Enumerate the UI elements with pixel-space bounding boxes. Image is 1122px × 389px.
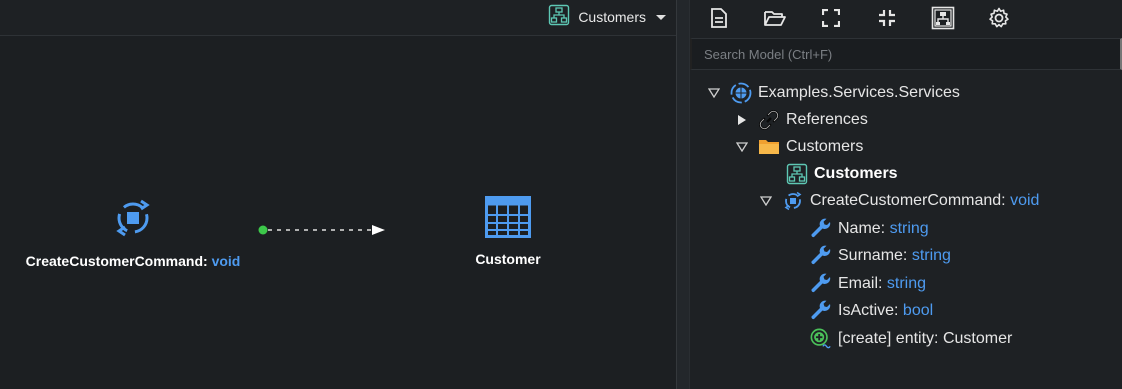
model-tree-pane: Examples.Services.Services References Cu… [690,0,1122,389]
field-name: Name: [838,219,886,237]
tree-toolbar [690,0,1122,36]
tree-node-field-surname[interactable]: Surname: string [810,242,951,269]
tree-node-label: Examples.Services.Services [758,83,960,101]
field-type: string [886,274,927,292]
command-node-label: CreateCustomerCommand: void [26,253,241,269]
tree-node-label: Customers [786,137,864,155]
command-node-type: void [211,253,241,269]
collapse-triangle-icon[interactable] [706,85,722,101]
diagram-canvas[interactable]: Customers CreateCustomerCommand: void Cu… [0,0,676,389]
collapse-triangle-icon[interactable] [734,139,750,155]
tree-node-root[interactable]: Examples.Services.Services [706,79,960,106]
tree-node-diagram-customers[interactable]: Customers [786,160,898,187]
field-name: IsActive: [838,301,899,319]
wrench-icon [810,218,832,240]
collapse-triangle-icon[interactable] [758,193,774,209]
diagram-view-icon[interactable] [930,5,956,31]
table-icon [485,196,531,243]
tree-node-references[interactable]: References [734,106,868,133]
command-node-name: CreateCustomerCommand: [25,253,208,269]
action-label: [create] entity: Customer [838,329,1013,347]
field-type: string [911,246,951,264]
association-connector[interactable] [258,224,388,236]
entity-node-label: Customer [475,251,541,267]
field-type: bool [902,301,934,319]
new-file-icon[interactable] [706,5,732,31]
diagram-icon [548,4,570,31]
search-input[interactable] [690,38,1122,70]
field-type: string [889,219,929,237]
settings-icon[interactable] [986,5,1012,31]
customer-entity-node[interactable]: Customer [458,196,558,267]
globe-service-icon [730,82,752,104]
tree-node-folder-customers[interactable]: Customers [734,133,863,160]
command-icon [782,190,804,212]
field-name: Email: [838,274,883,292]
tree-node-command[interactable]: CreateCustomerCommand: void [758,187,1039,214]
field-name: Surname: [838,246,908,264]
tree-node-label: References [786,110,868,128]
wrench-icon [810,245,832,267]
collapse-icon[interactable] [874,5,900,31]
wrench-icon [810,300,832,322]
command-name: CreateCustomerCommand: [810,191,1006,209]
diagram-icon [786,163,808,185]
open-folder-icon[interactable] [762,5,788,31]
pane-splitter[interactable] [676,0,690,389]
expand-icon[interactable] [818,5,844,31]
create-action-icon [810,328,832,350]
diagram-selector-label: Customers [578,9,646,25]
folder-icon [758,136,780,158]
tree-node-field-isactive[interactable]: IsActive: bool [810,297,933,324]
tree-node-label: Customers [814,164,898,182]
expand-triangle-icon[interactable] [734,112,750,128]
wrench-icon [810,273,832,295]
diagram-toolbar: Customers [0,0,676,36]
tree-node-field-name[interactable]: Name: string [810,215,929,242]
link-icon [758,109,780,131]
command-icon [111,196,155,245]
tree-node-field-email[interactable]: Email: string [810,270,926,297]
tree-node-create-action[interactable]: [create] entity: Customer [810,325,1012,352]
command-node[interactable]: CreateCustomerCommand: void [18,196,248,269]
diagram-selector[interactable]: Customers [548,4,666,31]
command-type: void [1010,191,1040,209]
chevron-down-icon [656,14,666,20]
